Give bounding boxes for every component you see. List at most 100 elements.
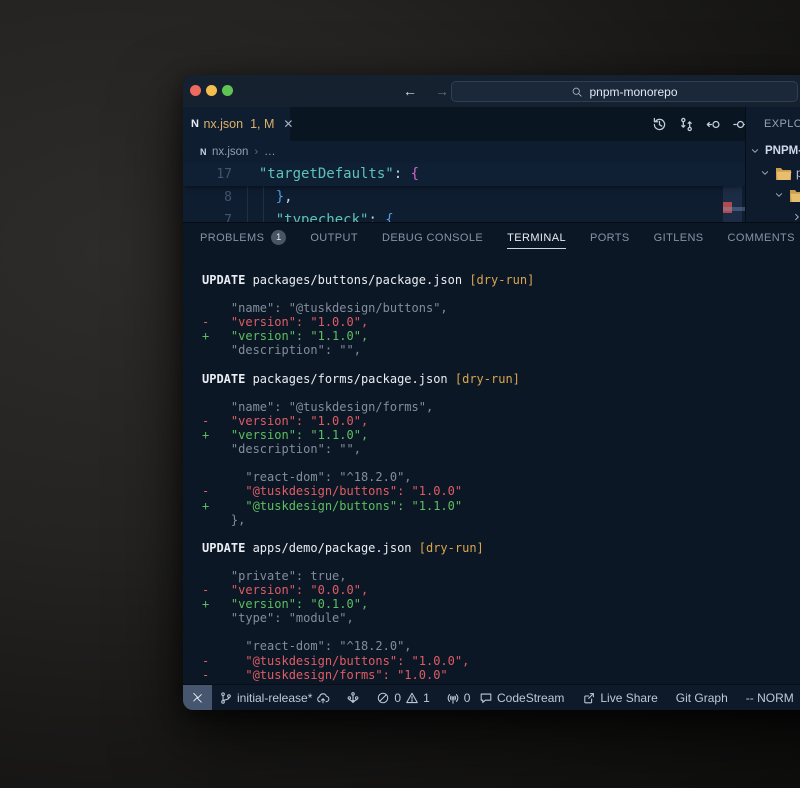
git-fork-icon	[346, 691, 360, 705]
panel-tab-debug-console[interactable]: DEBUG CONSOLE	[382, 227, 483, 248]
horizontal-scrollbar[interactable]	[723, 207, 745, 211]
panel-tab-label: PORTS	[590, 227, 630, 248]
panel-tab-label: COMMENTS	[728, 227, 795, 248]
close-icon[interactable]: ✕	[283, 118, 293, 130]
navigate-back-button[interactable]: ←	[403, 81, 417, 101]
remote-icon	[191, 691, 204, 704]
navigate-forward-button[interactable]: →	[435, 81, 449, 101]
breadcrumb-more[interactable]: …	[264, 146, 276, 158]
terminal-line	[202, 358, 800, 372]
prev-change-icon	[705, 116, 722, 133]
tab-title: nx.json	[203, 117, 243, 131]
chevron-down-icon	[759, 167, 771, 179]
history-button[interactable]	[651, 116, 668, 133]
status-text: 0	[464, 691, 471, 705]
warning-icon	[405, 691, 419, 705]
panel-tab-label: GITLENS	[654, 227, 704, 248]
window-controls	[190, 85, 233, 96]
folder-icon	[789, 188, 800, 203]
status-text: Live Share	[600, 691, 657, 705]
terminal-line: "private": true,	[202, 569, 800, 583]
code-line[interactable]: 7 "typecheck": {	[183, 209, 745, 222]
error-icon	[376, 691, 390, 705]
terminal-line: UPDATE packages/buttons/package.json [dr…	[202, 273, 800, 287]
breadcrumb: N nx.json › …	[183, 141, 745, 163]
terminal-line	[202, 386, 800, 400]
panel-tab-label: TERMINAL	[507, 227, 566, 249]
terminal-line: "name": "@tuskdesign/buttons",	[202, 301, 800, 315]
terminal-line: + "version": "1.1.0",	[202, 329, 800, 343]
explorer-sidebar: EXPLOR PNPM-Mp	[745, 107, 800, 222]
panel-tab-terminal[interactable]: TERMINAL	[507, 227, 566, 249]
tab-modified-decoration: 1, M	[250, 117, 274, 131]
line-number: 17	[183, 163, 232, 186]
explorer-folder-row[interactable]: p	[746, 162, 800, 184]
panel-tab-comments[interactable]: COMMENTS	[728, 227, 795, 248]
gitlens-status[interactable]	[346, 691, 360, 705]
problems-status[interactable]: 01	[376, 691, 429, 705]
terminal-line: + "@tuskdesign/buttons": "1.1.0"	[202, 499, 800, 513]
panel-tab-gitlens[interactable]: GITLENS	[654, 227, 704, 248]
line-number: 7	[183, 209, 232, 222]
explorer-folder-row[interactable]	[746, 184, 800, 206]
panel-tab-bar: PROBLEMS1 OUTPUT DEBUG CONSOLE TERMINAL PORT…	[183, 222, 800, 252]
folder-label: p	[796, 166, 800, 180]
explorer-root-folder[interactable]: PNPM-M	[746, 140, 800, 162]
terminal-line: - "@tuskdesign/buttons": "1.0.0"	[202, 484, 800, 498]
compare-changes-icon	[678, 116, 695, 133]
search-value: pnpm-monorepo	[589, 85, 677, 99]
titlebar: ← → pnpm-monorepo	[183, 75, 800, 107]
terminal-line: "description": "",	[202, 343, 800, 357]
status-text: -- NORM	[746, 691, 794, 705]
explorer-folder-row[interactable]	[746, 206, 800, 222]
tab-nx-json[interactable]: N nx.json 1, M ✕	[183, 107, 290, 141]
vscode-window: ← → pnpm-monorepo N nx.json 1, M ✕ N nx.…	[183, 75, 800, 710]
remote-indicator[interactable]	[183, 685, 212, 710]
compare-changes-button[interactable]	[678, 116, 695, 133]
statusbar: initial-release* 01 0 CodeStream Live Share…	[183, 684, 800, 710]
codestream-status[interactable]: CodeStream	[479, 691, 564, 705]
folder-icon	[775, 166, 792, 181]
terminal-line	[202, 456, 800, 470]
branch-status[interactable]: initial-release*	[219, 691, 330, 705]
nx-icon: N	[200, 147, 206, 157]
terminal-line: - "@tuskdesign/forms": "1.0.0"	[202, 668, 800, 682]
panel-tab-label: OUTPUT	[310, 227, 358, 248]
breadcrumb-file[interactable]: nx.json	[212, 146, 248, 158]
share-icon	[582, 691, 596, 705]
panel-tab-label: PROBLEMS	[200, 227, 264, 248]
command-center-search[interactable]: pnpm-monorepo	[451, 81, 798, 102]
terminal-line	[202, 555, 800, 569]
git-graph-status[interactable]: Git Graph	[676, 691, 728, 705]
terminal-line	[202, 625, 800, 639]
chevron-down-icon	[773, 189, 785, 201]
panel-tab-ports[interactable]: PORTS	[590, 227, 630, 248]
status-text: Git Graph	[676, 691, 728, 705]
git-branch-icon	[219, 691, 233, 705]
chevron-down-icon	[749, 145, 761, 157]
zoom-window-button[interactable]	[222, 85, 233, 96]
panel-tab-output[interactable]: OUTPUT	[310, 227, 358, 248]
editor[interactable]: 17 "targetDefaults": {8 },7 "typecheck":…	[183, 163, 745, 222]
code-line[interactable]: 8 },	[183, 186, 745, 209]
terminal-line: UPDATE apps/demo/package.json [dry-run]	[202, 541, 800, 555]
broadcast-status[interactable]: 0	[446, 691, 471, 705]
indent-guide	[263, 186, 264, 222]
terminal-output[interactable]: UPDATE packages/buttons/package.json [dr…	[183, 252, 800, 684]
status-text: initial-release*	[237, 691, 312, 705]
panel-tab-problems[interactable]: PROBLEMS1	[200, 227, 286, 248]
terminal-line: + "version": "1.1.0",	[202, 428, 800, 442]
code-line[interactable]: 17 "targetDefaults": {	[183, 163, 745, 186]
close-window-button[interactable]	[190, 85, 201, 96]
terminal-line: "name": "@tuskdesign/forms",	[202, 400, 800, 414]
status-text: CodeStream	[497, 691, 564, 705]
cloud-upload-icon	[316, 691, 330, 705]
liveshare-status[interactable]: Live Share	[582, 691, 657, 705]
minimize-window-button[interactable]	[206, 85, 217, 96]
terminal-line: - "version": "1.0.0",	[202, 414, 800, 428]
terminal-line: + "version": "0.1.0",	[202, 597, 800, 611]
line-number: 8	[183, 186, 232, 209]
terminal-line: - "@tuskdesign/buttons": "1.0.0",	[202, 654, 800, 668]
prev-change-button[interactable]	[705, 116, 722, 133]
terminal-line: "react-dom": "^18.2.0",	[202, 639, 800, 653]
